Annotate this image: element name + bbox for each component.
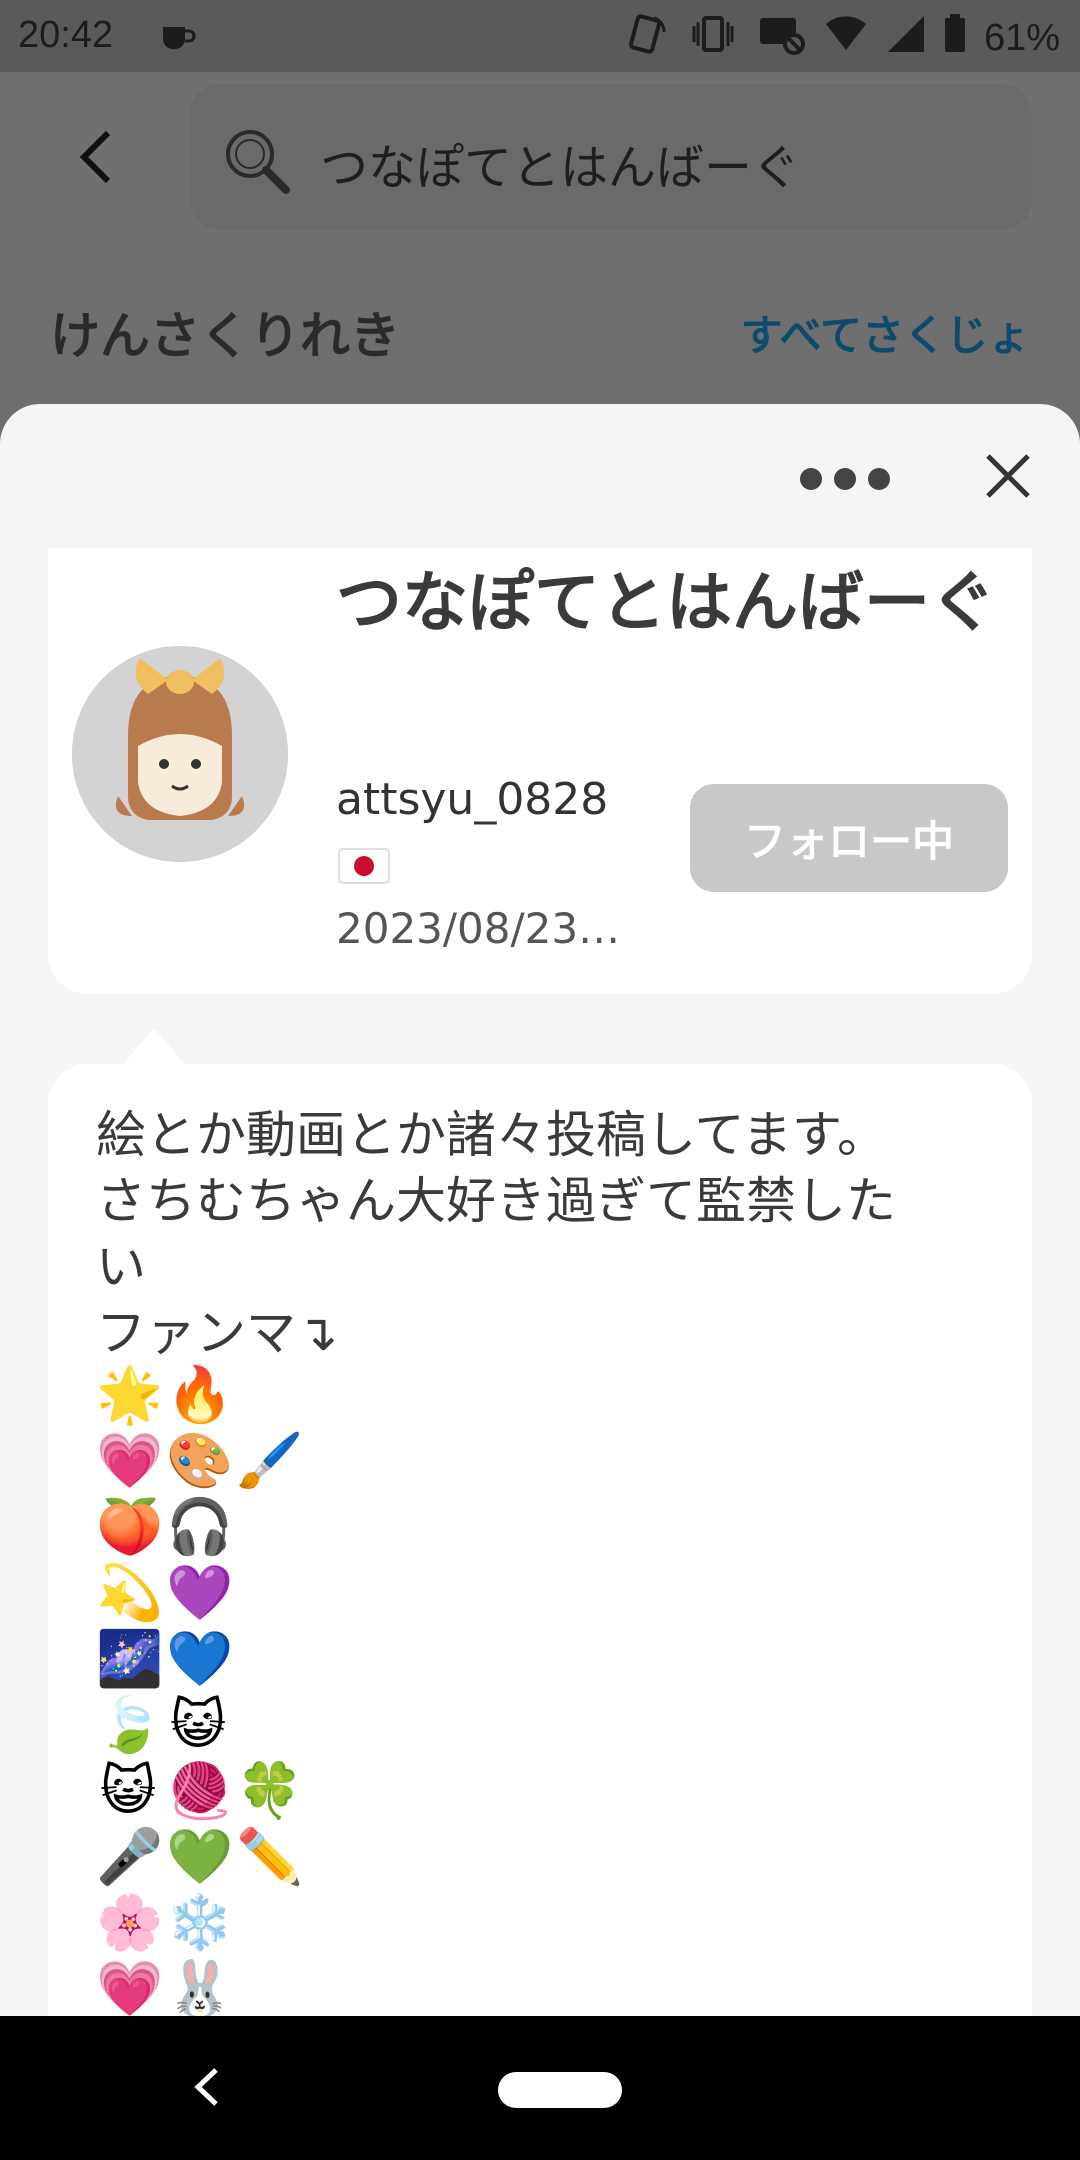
back-button[interactable] (70, 127, 130, 187)
system-nav-bar (0, 2016, 1080, 2160)
emoji: 🌸 (96, 1891, 164, 1954)
emoji: ❄️ (166, 1891, 234, 1954)
battery-icon (944, 14, 966, 63)
status-time: 20:42 (18, 14, 114, 56)
search-header: つなぽてとはんばーぐ (0, 72, 1080, 242)
emoji: 🍀 (236, 1759, 304, 1822)
close-icon (986, 454, 1030, 498)
emoji: 💗 (96, 1429, 164, 1492)
profile-username: attsyu_0828 (336, 774, 609, 825)
profile-card: つなぽてとはんばーぐ attsyu_0828 2023/08/23… フォロー中 (48, 548, 1032, 994)
emoji: 🍃 (96, 1693, 164, 1756)
close-button[interactable] (980, 448, 1036, 504)
data-saver-icon (756, 12, 806, 65)
emoji-list: 🌟 🔥 💗 🎨 🖌️ 🍑 🎧 💫 💜 🌌 💙 🍃 😺 😺 🧶 🍀 🎤 💚 ✏️ 🌸 ❄️ 💗 🐰 (96, 1362, 304, 2016)
search-history-header: けんさくりれき すべてさくじょ (0, 242, 1080, 402)
emoji-row: 🌟 🔥 (96, 1362, 300, 1428)
emoji: 🧶 (166, 1759, 234, 1822)
profile-sheet: つなぽてとはんばーぐ attsyu_0828 2023/08/23… フォロー中… (0, 404, 1080, 2016)
vibrate-icon (688, 12, 738, 65)
search-input[interactable]: つなぽてとはんばーぐ (190, 84, 1032, 230)
avatar-girl-illustration (72, 646, 288, 862)
cell-signal-icon (886, 14, 926, 63)
battery-percent: 61% (983, 17, 1060, 59)
coffee-cup-icon (160, 18, 196, 62)
history-title: けんさくりれき (50, 307, 400, 365)
profile-date: 2023/08/23… (336, 904, 621, 953)
emoji: ✏️ (236, 1825, 304, 1888)
emoji: 🌟 (96, 1363, 164, 1426)
more-dot (834, 468, 856, 490)
search-query: つなぽてとはんばーぐ (320, 140, 801, 196)
emoji: 🎤 (96, 1825, 164, 1888)
more-dot (868, 468, 890, 490)
emoji-row: 😺 🧶 🍀 (96, 1758, 304, 1824)
japan-flag-icon (338, 848, 390, 884)
emoji-row: 💗 🐰 (96, 1956, 300, 2016)
emoji: 😺 (169, 1693, 227, 1756)
emoji: 🐰 (166, 1957, 234, 2016)
chevron-left-icon (194, 2068, 218, 2106)
emoji-row: 🌌 💙 (96, 1626, 300, 1692)
bio-text: 絵とか動画とか諸々投稿してます。 さちむちゃん大好き過ぎて監禁した い ファンマ… (96, 1106, 896, 1362)
emoji: 💙 (166, 1627, 234, 1690)
emoji: 💫 (96, 1561, 164, 1624)
emoji-row: 🎤 💚 ✏️ (96, 1824, 304, 1890)
emoji-row: 💫 💜 (96, 1560, 300, 1626)
clear-all-link[interactable]: すべてさくじょ (741, 302, 1030, 363)
emoji: 💗 (96, 1957, 164, 2016)
emoji: 💜 (166, 1561, 234, 1624)
bio-card: 絵とか動画とか諸々投稿してます。 さちむちゃん大好き過ぎて監禁した い ファンマ… (48, 1064, 1032, 2016)
system-home-pill[interactable] (498, 2072, 622, 2108)
emoji-row: 🌸 ❄️ (96, 1890, 300, 1956)
system-back-button[interactable] (186, 2062, 230, 2112)
chevron-left-icon (79, 130, 111, 184)
more-dots-icon (800, 468, 822, 490)
nfc-icon (626, 12, 670, 65)
emoji-row: 💗 🎨 🖌️ (96, 1428, 304, 1494)
wifi-icon (824, 14, 868, 63)
more-options-button[interactable] (800, 454, 910, 504)
emoji-row: 🍑 🎧 (96, 1494, 300, 1560)
emoji: 💚 (166, 1825, 234, 1888)
emoji: 🎨 (166, 1429, 234, 1492)
emoji: 🌌 (96, 1627, 164, 1690)
status-bar: 20:42 61% (0, 0, 1080, 72)
search-icon (218, 122, 298, 202)
emoji: 🔥 (166, 1363, 234, 1426)
profile-display-name: つなぽてとはんばーぐ (336, 564, 996, 641)
emoji: 🎧 (166, 1495, 234, 1558)
emoji: 🍑 (96, 1495, 164, 1558)
avatar[interactable] (72, 646, 288, 862)
emoji: 😺 (99, 1759, 157, 1822)
bio-bubble-tail (120, 1028, 188, 1068)
emoji: 🖌️ (236, 1429, 304, 1492)
status-icons: 61% (626, 12, 1060, 65)
following-button[interactable]: フォロー中 (690, 784, 1008, 892)
emoji-row: 🍃 😺 (96, 1692, 300, 1758)
